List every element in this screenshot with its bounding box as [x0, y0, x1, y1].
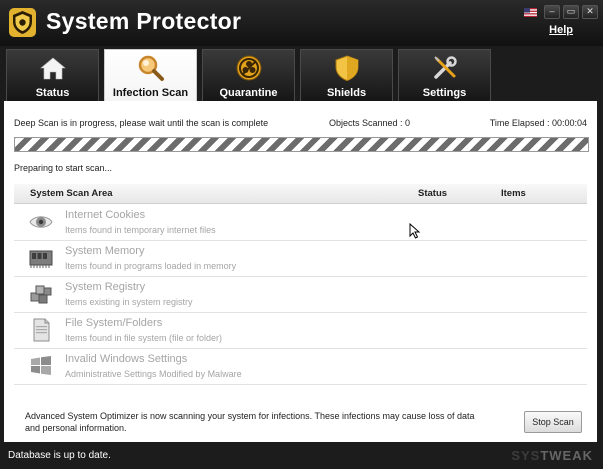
header-status: Status — [418, 188, 448, 199]
scan-info-text: Advanced System Optimizer is now scannin… — [25, 411, 475, 433]
memory-chip-icon — [29, 250, 53, 268]
brand-part-a: SYS — [511, 448, 541, 463]
restore-button[interactable]: ▭ — [563, 5, 579, 19]
us-flag-icon[interactable] — [524, 7, 537, 17]
tab-settings[interactable]: Settings — [398, 49, 491, 101]
database-status: Database is up to date. — [8, 450, 111, 461]
brand-part-b: TWEAK — [540, 448, 593, 463]
close-button[interactable]: ✕ — [582, 5, 598, 19]
time-elapsed: Time Elapsed : 00:00:04 — [489, 118, 587, 128]
help-link[interactable]: Help — [549, 24, 573, 36]
tab-quarantine[interactable]: Quarantine — [202, 49, 295, 101]
eye-icon — [29, 216, 53, 228]
row-title: System Memory — [65, 245, 145, 257]
stop-scan-button[interactable]: Stop Scan — [524, 411, 582, 433]
registry-cubes-icon — [30, 285, 52, 304]
mouse-cursor-icon — [409, 223, 421, 239]
home-icon — [40, 57, 66, 80]
table-row[interactable]: File System/Folders Items found in file … — [14, 312, 587, 349]
windows-logo-icon — [31, 356, 51, 375]
row-title: Invalid Windows Settings — [65, 353, 188, 365]
scan-progress-bar — [14, 137, 589, 152]
header-scan-area: System Scan Area — [30, 188, 113, 199]
scan-table-header: System Scan Area Status Items — [14, 184, 587, 204]
row-title: System Registry — [65, 281, 146, 293]
title-bar: System Protector – ▭ ✕ Help — [0, 0, 603, 46]
row-subtitle: Items found in temporary internet files — [65, 225, 216, 235]
tab-label: Status — [35, 87, 70, 99]
infection-scan-panel: Deep Scan is in progress, please wait un… — [4, 101, 597, 442]
header-items: Items — [501, 188, 526, 199]
tab-label: Infection Scan — [112, 87, 189, 99]
biohazard-icon — [236, 55, 262, 81]
tab-bar: Status Infection Scan Quarantine Shields… — [0, 46, 603, 101]
row-subtitle: Items found in programs loaded in memory — [65, 261, 237, 271]
app-title: System Protector — [46, 8, 242, 34]
tab-label: Settings — [422, 87, 467, 99]
app-window: System Protector – ▭ ✕ Help Status Infec… — [0, 0, 603, 469]
brand-logo: SYSTWEAK — [511, 448, 593, 463]
row-subtitle: Administrative Settings Modified by Malw… — [65, 369, 242, 379]
tab-shields[interactable]: Shields — [300, 49, 393, 101]
preparing-text: Preparing to start scan... — [14, 163, 113, 173]
table-row[interactable]: System Memory Items found in programs lo… — [14, 240, 587, 277]
status-bar: Database is up to date. SYSTWEAK — [0, 444, 603, 469]
row-subtitle: Items existing in system registry — [65, 297, 193, 307]
tab-label: Shields — [326, 87, 367, 99]
tab-status[interactable]: Status — [6, 49, 99, 101]
tab-infection-scan[interactable]: Infection Scan — [104, 49, 197, 101]
magnifier-icon — [138, 55, 164, 81]
window-controls: – ▭ ✕ — [524, 5, 598, 19]
row-title: Internet Cookies — [65, 209, 146, 221]
tools-icon — [434, 56, 457, 79]
minimize-button[interactable]: – — [544, 5, 560, 19]
table-row[interactable]: Internet Cookies Items found in temporar… — [14, 204, 587, 241]
objects-scanned: Objects Scanned : 0 — [329, 118, 411, 128]
shield-logo-icon — [9, 8, 36, 37]
scan-status-message: Deep Scan is in progress, please wait un… — [14, 118, 269, 128]
shield-icon — [335, 55, 359, 82]
row-title: File System/Folders — [65, 317, 163, 329]
document-icon — [33, 318, 50, 342]
tab-label: Quarantine — [219, 87, 278, 99]
table-row[interactable]: Invalid Windows Settings Administrative … — [14, 348, 587, 385]
row-subtitle: Items found in file system (file or fold… — [65, 333, 223, 343]
table-row[interactable]: System Registry Items existing in system… — [14, 276, 587, 313]
